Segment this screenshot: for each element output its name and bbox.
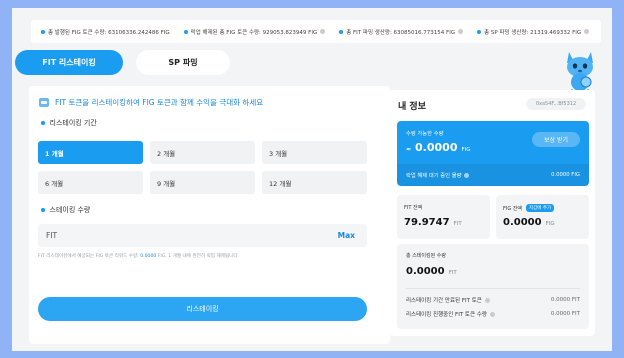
my-info-title: 내 정보 bbox=[398, 102, 426, 112]
fig-balance-label: FIG 잔액 지갑에 추가 bbox=[503, 204, 555, 212]
period-option-2[interactable]: 2 개월 bbox=[150, 141, 255, 164]
claimable-card: 수령 가능한 수량 ≈ 0.0000 FIG 보상 받기 락업 해제 대기 중인… bbox=[397, 121, 589, 186]
bullet-icon bbox=[41, 208, 45, 212]
fit-balance-value: 79.9747 bbox=[404, 217, 450, 228]
claimable-label: 수령 가능한 수량 bbox=[406, 131, 444, 137]
expired-value: 0.0000 FIT bbox=[550, 297, 580, 303]
tab-fit-restaking[interactable]: FIT 리스테이킹 bbox=[15, 50, 123, 75]
active-value: 0.0000 FIT bbox=[550, 311, 580, 317]
claimable-amount: ≈ 0.0000 FIG bbox=[406, 141, 471, 154]
fig-balance: 0.0000 FIG bbox=[503, 217, 555, 228]
bullet-icon bbox=[477, 29, 482, 34]
period-option-1[interactable]: 1 개월 bbox=[38, 141, 143, 164]
claimable-unit: FIG bbox=[461, 147, 471, 153]
stats-ticker: 총 발행된 FIG 토큰 수량: 63106336.242486 FIG 락업 … bbox=[31, 20, 601, 43]
question-circle-icon[interactable] bbox=[584, 29, 590, 34]
question-circle-icon[interactable] bbox=[484, 297, 490, 303]
note-text-end: FIG, 1 개월 내에 완전히 락업 해제됩니다. bbox=[156, 254, 240, 259]
fig-balance-value: 0.0000 bbox=[503, 217, 542, 228]
claim-reward-button[interactable]: 보상 받기 bbox=[532, 132, 580, 147]
restaking-button[interactable]: 리스테이킹 bbox=[38, 297, 367, 321]
ticker-text: 총 발행된 FIG 토큰 수량: 63106336.242486 FIG bbox=[48, 29, 170, 36]
note-value: 0.0000 bbox=[140, 254, 157, 259]
restaking-panel: FIT 토큰을 리스테이킹하여 FIG 토큰과 함께 수익을 극대화 하세요 리… bbox=[29, 86, 390, 344]
promo-banner: FIT 토큰을 리스테이킹하여 FIG 토큰과 함께 수익을 극대화 하세요 bbox=[39, 97, 263, 108]
ticker-item: 락업 해제된 총 FIG 토큰 수량: 929053.823949 FIG bbox=[183, 28, 326, 36]
question-circle-icon[interactable] bbox=[320, 29, 326, 34]
promo-text: FIT 토큰을 리스테이킹하여 FIG 토큰과 함께 수익을 극대화 하세요 bbox=[55, 98, 264, 107]
fig-balance-label-text: FIG 잔액 bbox=[503, 205, 523, 212]
fit-balance-label: FIT 잔액 bbox=[404, 204, 422, 211]
period-label-text: 리스테이킹 기간 bbox=[49, 119, 97, 127]
tab-sp-farming[interactable]: SP 파밍 bbox=[136, 50, 230, 75]
fit-balance-card: FIT 잔액 79.9747 FIT bbox=[397, 195, 490, 239]
divider bbox=[406, 288, 580, 289]
total-staked-card: 총 스테이킹된 수량 0.0000 FIT 리스테이킹 기간 만료된 FIT 토… bbox=[397, 244, 589, 329]
reward-note: FIT 리스테이킹에서 예상되는 FIG 토큰 리워드 수량: 0.0000 F… bbox=[38, 253, 239, 259]
question-circle-icon[interactable] bbox=[489, 311, 495, 317]
claimable-value: 0.0000 bbox=[415, 141, 458, 154]
amount-input[interactable]: FIT Max bbox=[38, 224, 367, 247]
wallet-address[interactable]: 0xa54F...Bf5312 bbox=[526, 98, 586, 110]
ticker-item: 총 발행된 FIG 토큰 수량: 63106336.242486 FIG bbox=[41, 28, 170, 36]
pending-label: 락업 해제 대기 중인 물량 bbox=[406, 173, 462, 179]
fig-balance-unit: FIG bbox=[545, 221, 555, 227]
period-option-12[interactable]: 12 개월 bbox=[262, 171, 367, 194]
app-frame: 총 발행된 FIG 토큰 수량: 63106336.242486 FIG 락업 … bbox=[12, 8, 612, 351]
fig-balance-card: FIG 잔액 지갑에 추가 0.0000 FIG bbox=[496, 195, 589, 239]
ticker-text: 락업 해제된 총 FIG 토큰 수량: 929053.823949 FIG bbox=[190, 29, 318, 36]
total-staked-label: 총 스테이킹된 수량 bbox=[406, 253, 446, 259]
active-label: 리스테이킹 진행중인 FIT 토큰 수량 bbox=[406, 312, 487, 318]
bullet-icon bbox=[41, 29, 45, 34]
period-option-6[interactable]: 6 개월 bbox=[38, 171, 143, 194]
approx-sign: ≈ bbox=[406, 146, 412, 153]
total-staked: 0.0000 FIT bbox=[406, 266, 457, 277]
pending-unlock-row: 락업 해제 대기 중인 물량 0.0000 FIG bbox=[397, 164, 589, 186]
period-label: 리스테이킹 기간 bbox=[41, 118, 97, 128]
amount-label-text: 스테이킹 수량 bbox=[49, 206, 91, 214]
period-option-3[interactable]: 3 개월 bbox=[262, 141, 367, 164]
piggy-bank-icon bbox=[39, 98, 49, 107]
bullet-icon bbox=[41, 121, 45, 125]
fit-balance-label-text: FIT 잔액 bbox=[404, 205, 423, 211]
pending-value: 0.0000 FIG bbox=[551, 172, 580, 178]
bullet-icon bbox=[339, 29, 344, 34]
my-info-panel: 내 정보 0xa54F...Bf5312 수령 가능한 수량 ≈ 0.0000 … bbox=[389, 90, 595, 336]
ticker-text: 총 SP 파밍 생산량: 21319.469332 FIG bbox=[484, 29, 582, 36]
bullet-icon bbox=[183, 29, 188, 34]
question-circle-icon[interactable] bbox=[458, 29, 464, 34]
fit-balance-unit: FIT bbox=[453, 221, 462, 227]
amount-unit: FIT bbox=[46, 231, 58, 240]
fit-balance: 79.9747 FIT bbox=[404, 217, 462, 228]
note-text: FIT 리스테이킹에서 예상되는 FIG 토큰 리워드 수량: bbox=[38, 254, 141, 259]
blue-cat-mascot-icon bbox=[567, 52, 593, 93]
ticker-text: 총 FIT 파밍 생산량: 63085016.773154 FIG bbox=[346, 29, 456, 36]
amount-label: 스테이킹 수량 bbox=[41, 205, 90, 215]
add-to-wallet-button[interactable]: 지갑에 추가 bbox=[526, 204, 555, 212]
max-button[interactable]: Max bbox=[338, 231, 355, 240]
active-restaking-row: 리스테이킹 진행중인 FIT 토큰 수량 0.0000 FIT bbox=[406, 310, 580, 318]
total-staked-unit: FIT bbox=[448, 270, 457, 276]
period-option-9[interactable]: 9 개월 bbox=[150, 171, 255, 194]
total-staked-value: 0.0000 bbox=[406, 266, 445, 277]
ticker-item: 총 SP 파밍 생산량: 21319.469332 FIG bbox=[477, 28, 590, 36]
question-circle-icon[interactable] bbox=[464, 172, 470, 178]
expired-label: 리스테이킹 기간 만료된 FIT 토큰 bbox=[406, 298, 482, 304]
ticker-item: 총 FIT 파밍 생산량: 63085016.773154 FIG bbox=[339, 28, 464, 36]
expired-restaking-row: 리스테이킹 기간 만료된 FIT 토큰 0.0000 FIT bbox=[406, 296, 580, 304]
